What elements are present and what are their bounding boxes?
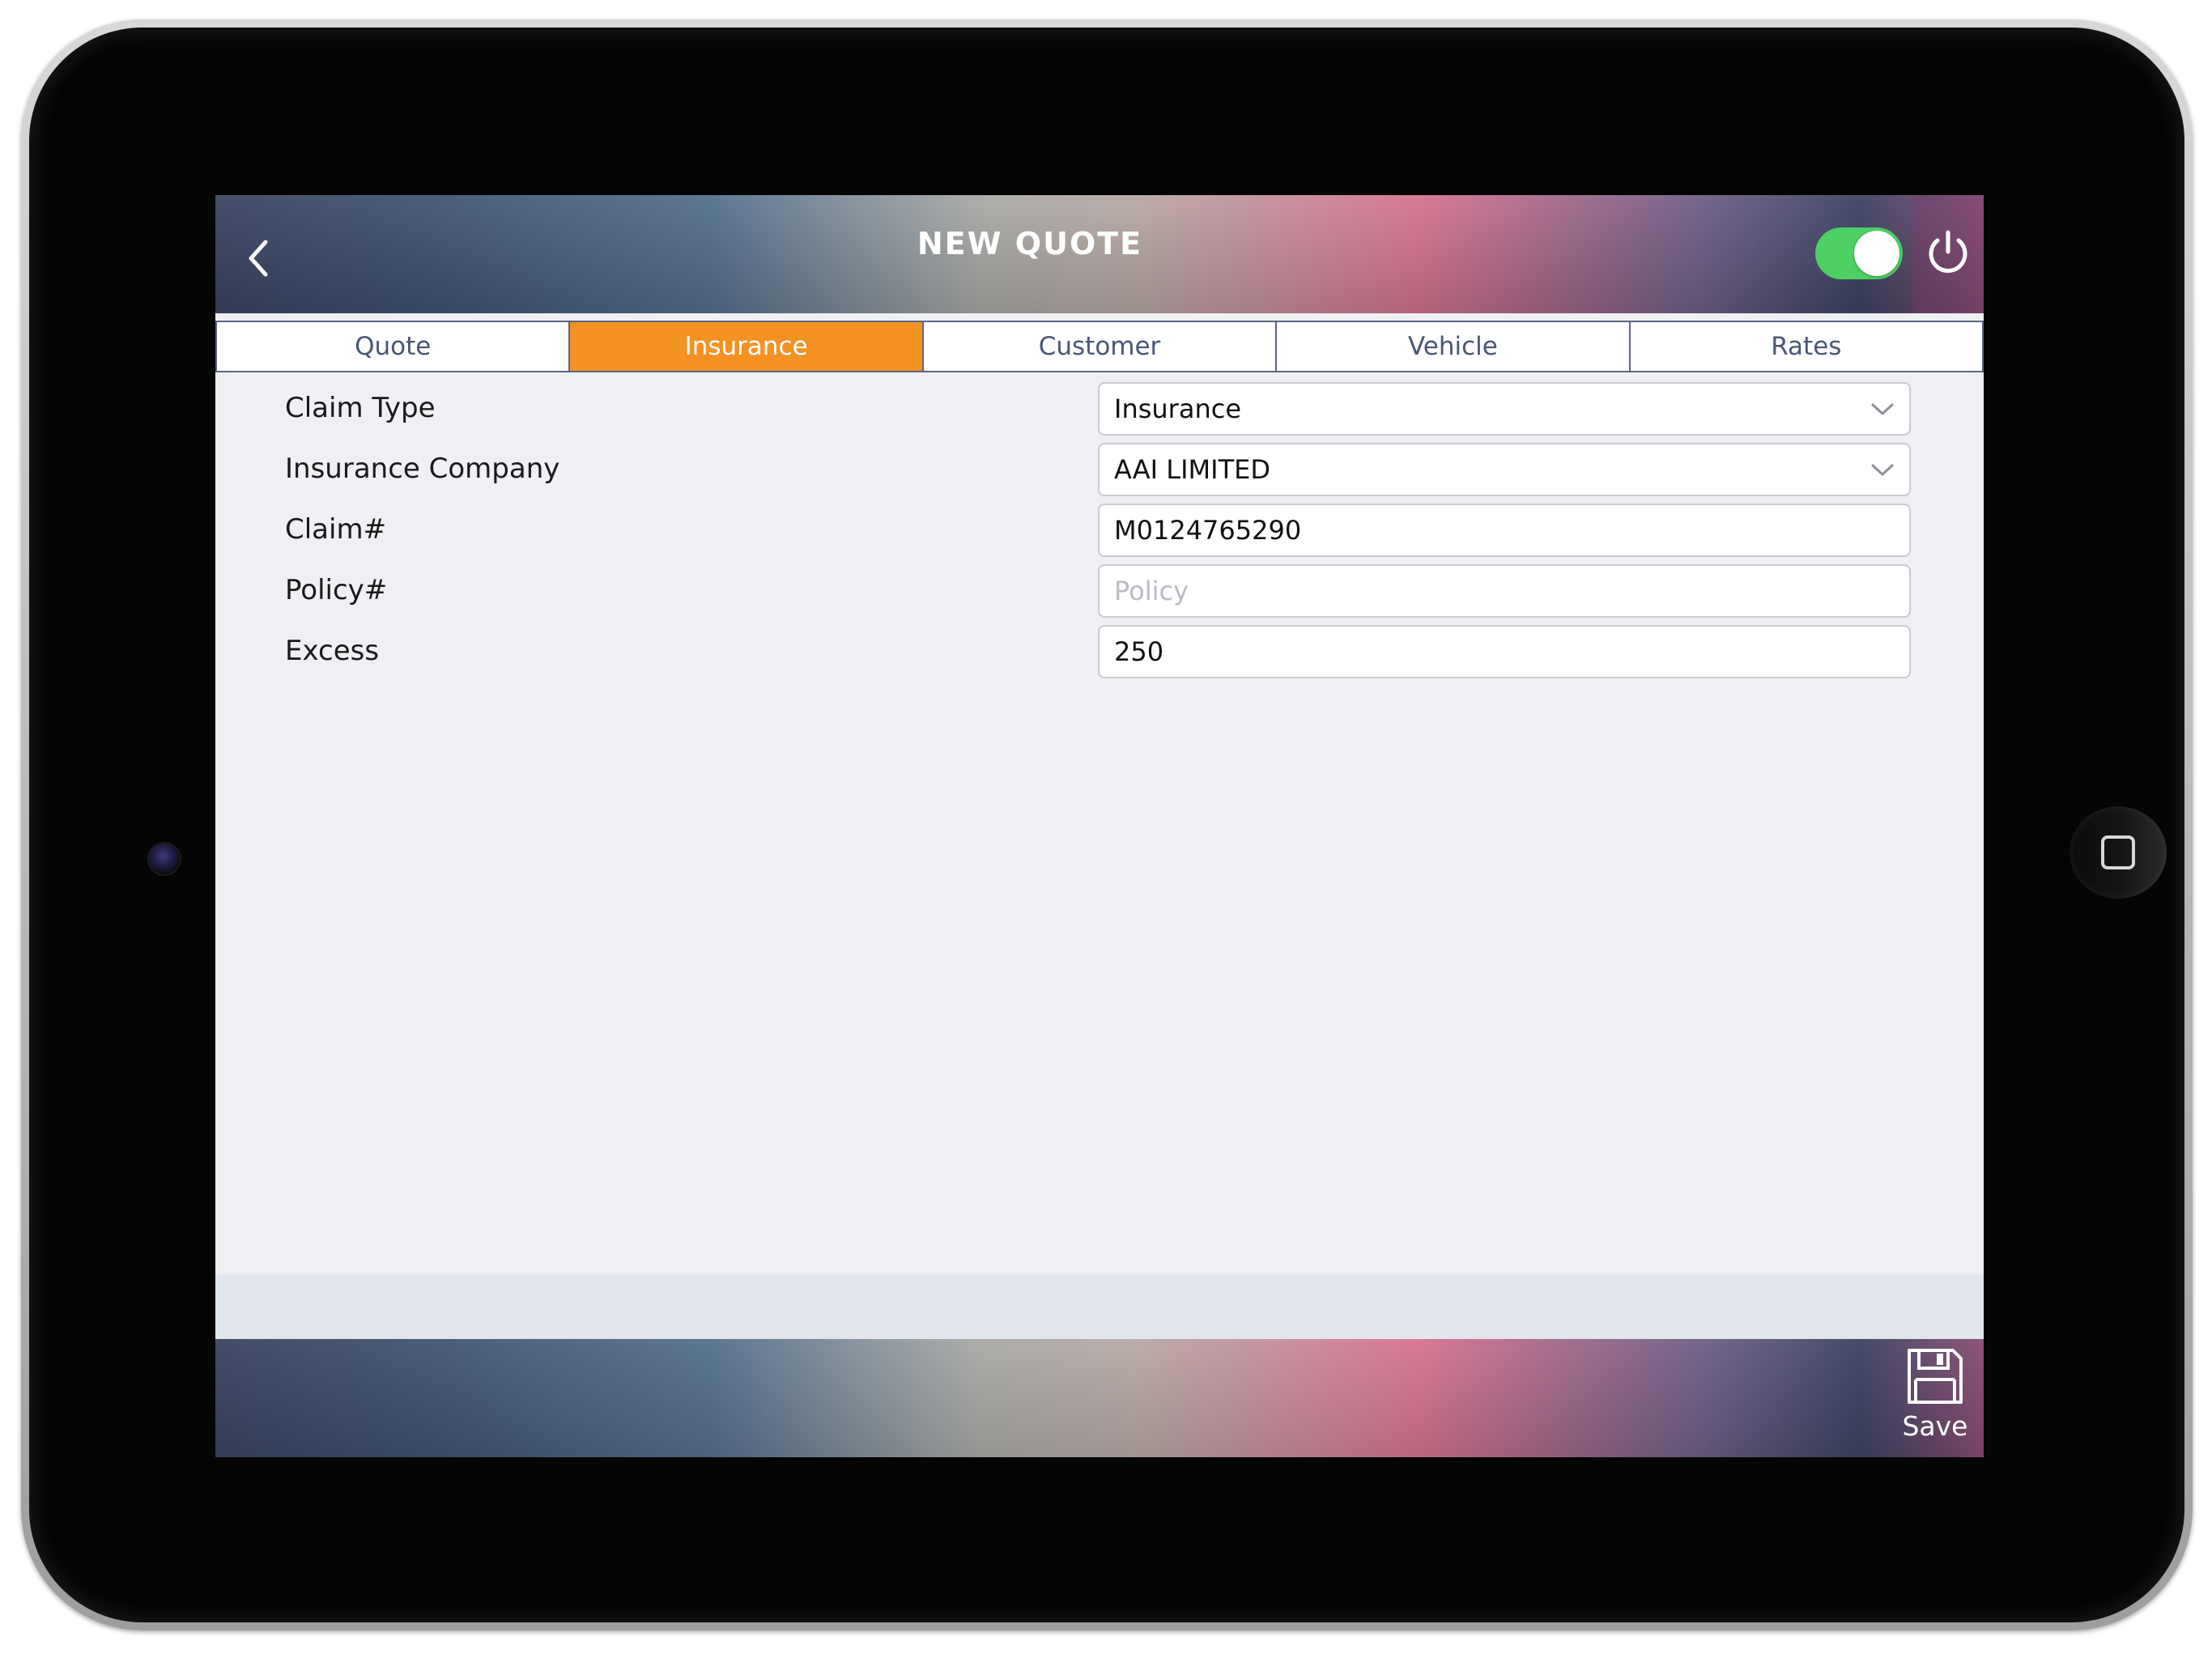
form-row-policy-number: Policy# <box>215 564 1984 621</box>
form-row-insurance-company: Insurance Company AAI LIMITED <box>215 443 1984 500</box>
form-row-claim-type: Claim Type Insurance <box>215 382 1984 439</box>
form-row-excess: Excess <box>215 625 1984 682</box>
bottom-band <box>215 1274 1984 1339</box>
form-row-claim-number: Claim# <box>215 504 1984 560</box>
excess-input[interactable] <box>1098 625 1911 678</box>
claim-number-label: Claim# <box>285 513 387 546</box>
camera-icon <box>147 842 181 876</box>
policy-number-input[interactable] <box>1098 564 1911 618</box>
claim-type-label: Claim Type <box>285 392 436 424</box>
tab-rates[interactable]: Rates <box>1628 322 1984 371</box>
excess-label: Excess <box>285 635 380 667</box>
chevron-down-icon <box>1871 403 1894 415</box>
floppy-disk-icon <box>1908 1349 1963 1404</box>
claim-number-input[interactable] <box>1098 504 1911 557</box>
policy-number-label: Policy# <box>285 574 388 606</box>
claim-type-value: Insurance <box>1114 393 1241 424</box>
page-title: NEW QUOTE <box>917 226 1143 261</box>
toggle-knob <box>1854 231 1899 276</box>
tab-vehicle[interactable]: Vehicle <box>1275 322 1628 371</box>
app-footer: Save <box>215 1339 1984 1457</box>
save-label: Save <box>1902 1410 1968 1442</box>
insurance-company-select[interactable]: AAI LIMITED <box>1098 443 1911 496</box>
power-icon <box>1929 230 1967 273</box>
tab-customer[interactable]: Customer <box>921 322 1275 371</box>
tab-bar: Quote Insurance Customer Vehicle Rates <box>215 321 1984 372</box>
home-square-icon <box>2101 835 2135 869</box>
claim-type-select[interactable]: Insurance <box>1098 382 1911 436</box>
home-button[interactable] <box>2069 806 2167 899</box>
stage: NEW QUOTE Quote Insurance Customer Vehic… <box>0 0 2212 1658</box>
tab-quote[interactable]: Quote <box>215 322 568 371</box>
app-screen: NEW QUOTE Quote Insurance Customer Vehic… <box>215 195 1984 1457</box>
insurance-company-value: AAI LIMITED <box>1114 454 1270 485</box>
chevron-down-icon <box>1871 464 1894 476</box>
power-button[interactable] <box>1924 226 1972 278</box>
tab-insurance[interactable]: Insurance <box>568 322 922 371</box>
save-button[interactable]: Save <box>1891 1346 1979 1451</box>
insurance-company-label: Insurance Company <box>285 453 560 485</box>
app-header: NEW QUOTE <box>215 195 1984 313</box>
mode-toggle[interactable] <box>1815 227 1903 279</box>
